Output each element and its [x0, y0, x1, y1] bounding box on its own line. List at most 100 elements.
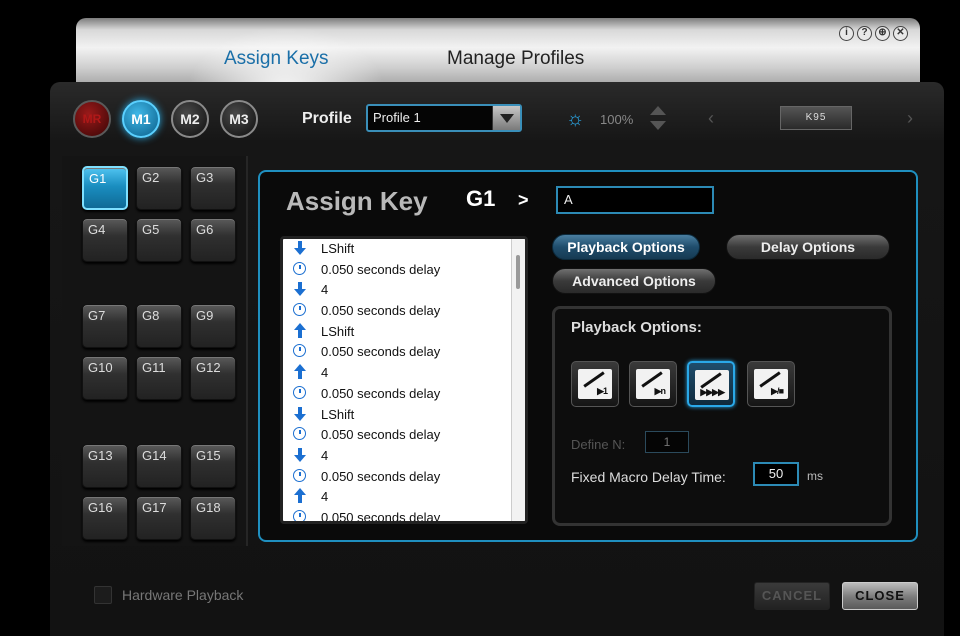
assign-chevron: > [518, 190, 529, 210]
macro-item-text: 4 [321, 489, 329, 505]
macro-list-item[interactable]: 0.050 seconds delay [283, 384, 525, 405]
key-down-arrow-icon [293, 241, 307, 255]
macro-list-item[interactable]: 0.050 seconds delay [283, 425, 525, 446]
gkey-g11[interactable]: G11 [136, 356, 182, 400]
key-down-arrow-icon [293, 406, 307, 421]
play-toggle-button[interactable]: ▶/■ [747, 361, 795, 407]
macro-list-item[interactable]: LShift [283, 322, 525, 343]
keyboard-thumbnail: K95 [780, 106, 852, 130]
macro-list-item[interactable]: 0.050 seconds delay [283, 260, 525, 281]
macro-item-text: 0.050 seconds delay [321, 427, 441, 443]
macro-item-text: 4 [321, 447, 329, 463]
chevron-up-icon[interactable] [650, 106, 666, 115]
macro-list-item[interactable]: 0.050 seconds delay [283, 508, 525, 521]
key-down-arrow-icon [293, 447, 307, 462]
key-up-arrow-icon [293, 488, 307, 504]
profile-label: Profile [302, 110, 352, 127]
brightness-stepper[interactable] [648, 104, 668, 134]
gkey-g13[interactable]: G13 [82, 444, 128, 488]
macro-list-item[interactable]: 0.050 seconds delay [283, 342, 525, 363]
fixed-delay-unit: ms [807, 469, 823, 483]
mode-m3-button[interactable]: M3 [220, 100, 258, 138]
gkey-g15[interactable]: G15 [190, 444, 236, 488]
macro-item-text: 0.050 seconds delay [321, 261, 441, 277]
gkey-g8[interactable]: G8 [136, 304, 182, 348]
gkey-g9[interactable]: G9 [190, 304, 236, 348]
gkey-g7[interactable]: G7 [82, 304, 128, 348]
macro-list-item[interactable]: LShift [283, 239, 525, 260]
clock-icon [293, 385, 307, 400]
mode-mr-button[interactable]: MR [73, 100, 111, 138]
mode-m2-button[interactable]: M2 [171, 100, 209, 138]
fixed-delay-label: Fixed Macro Delay Time: [571, 469, 726, 485]
macro-list-item[interactable]: 0.050 seconds delay [283, 467, 525, 488]
scrollbar-thumb[interactable] [516, 255, 520, 289]
globe-icon[interactable]: ⊕ [875, 26, 890, 41]
macro-list-scrollbar[interactable] [511, 239, 525, 521]
gkey-g1[interactable]: G1 [82, 166, 128, 210]
macro-item-text: 4 [321, 365, 329, 381]
play-repeat-button[interactable]: ▶▶▶▶ [687, 361, 735, 407]
assigned-key-field[interactable]: A [556, 186, 714, 214]
brightness-icon: ☼ [566, 108, 585, 130]
assign-key-name: G1 [466, 186, 496, 211]
define-n-label: Define N: [571, 437, 626, 452]
chevron-right-icon[interactable]: › [907, 108, 913, 129]
chevron-down-icon[interactable] [492, 106, 520, 130]
gkey-g14[interactable]: G14 [136, 444, 182, 488]
playback-options-box: Playback Options: ▶1 ▶n ▶▶▶▶ ▶/■ Define … [552, 306, 892, 526]
info-icon[interactable]: i [839, 26, 854, 41]
macro-rows: LShift 0.050 seconds delay 4 0.050 seconds … [283, 239, 525, 521]
hardware-playback-checkbox[interactable] [94, 586, 112, 604]
clock-icon [293, 303, 307, 317]
gkey-g6[interactable]: G6 [190, 218, 236, 262]
gkey-g10[interactable]: G10 [82, 356, 128, 400]
define-n-field[interactable]: 1 [645, 431, 689, 453]
play-n-times-button[interactable]: ▶n [629, 361, 677, 407]
playback-options-button[interactable]: Playback Options [552, 234, 700, 260]
play-toggle-icon: ▶/■ [754, 369, 788, 399]
play-n-times-icon: ▶n [636, 369, 670, 399]
help-icon[interactable]: ? [857, 26, 872, 41]
close-button[interactable]: CLOSE [842, 582, 918, 610]
close-icon[interactable]: ✕ [893, 26, 908, 41]
hardware-playback-label: Hardware Playback [122, 587, 244, 603]
advanced-options-button[interactable]: Advanced Options [552, 268, 716, 294]
macro-list-item[interactable]: 4 [283, 363, 525, 384]
play-once-button[interactable]: ▶1 [571, 361, 619, 407]
chevron-down-icon[interactable] [650, 121, 666, 130]
delay-options-button[interactable]: Delay Options [726, 234, 890, 260]
fixed-delay-field[interactable]: 50 [753, 462, 799, 486]
macro-list-item[interactable]: LShift [283, 405, 525, 426]
key-down-arrow-icon [293, 282, 307, 297]
playback-options-title: Playback Options: [571, 319, 702, 336]
mode-m1-button[interactable]: M1 [122, 100, 160, 138]
macro-item-text: 0.050 seconds delay [321, 385, 441, 401]
profile-dropdown[interactable]: Profile 1 [366, 104, 522, 132]
tab-assign-keys[interactable]: Assign Keys [224, 48, 329, 70]
cancel-button[interactable]: CANCEL [754, 582, 830, 610]
macro-item-text: 0.050 seconds delay [321, 468, 441, 484]
macro-item-text: LShift [321, 323, 355, 339]
macro-list-item[interactable]: 4 [283, 280, 525, 301]
macro-list-item[interactable]: 0.050 seconds delay [283, 301, 525, 322]
gkey-g2[interactable]: G2 [136, 166, 182, 210]
gkey-g18[interactable]: G18 [190, 496, 236, 540]
gkey-g4[interactable]: G4 [82, 218, 128, 262]
gkey-g5[interactable]: G5 [136, 218, 182, 262]
gkey-g3[interactable]: G3 [190, 166, 236, 210]
gkey-g17[interactable]: G17 [136, 496, 182, 540]
top-tab-bar: Assign Keys Manage Profiles i ? ⊕ ✕ [76, 18, 920, 92]
gkey-g16[interactable]: G16 [82, 496, 128, 540]
gkey-g12[interactable]: G12 [190, 356, 236, 400]
tab-manage-profiles[interactable]: Manage Profiles [447, 48, 584, 70]
macro-list[interactable]: LShift 0.050 seconds delay 4 0.050 seconds … [280, 236, 528, 524]
brightness-value: 100% [600, 112, 634, 127]
play-repeat-icon: ▶▶▶▶ [695, 370, 729, 400]
macro-list-item[interactable]: 4 [283, 487, 525, 508]
clock-icon [293, 261, 307, 276]
macro-list-item[interactable]: 4 [283, 446, 525, 467]
chevron-left-icon[interactable]: ‹ [708, 108, 714, 129]
clock-icon [293, 344, 307, 358]
macro-item-text: 4 [321, 282, 329, 298]
